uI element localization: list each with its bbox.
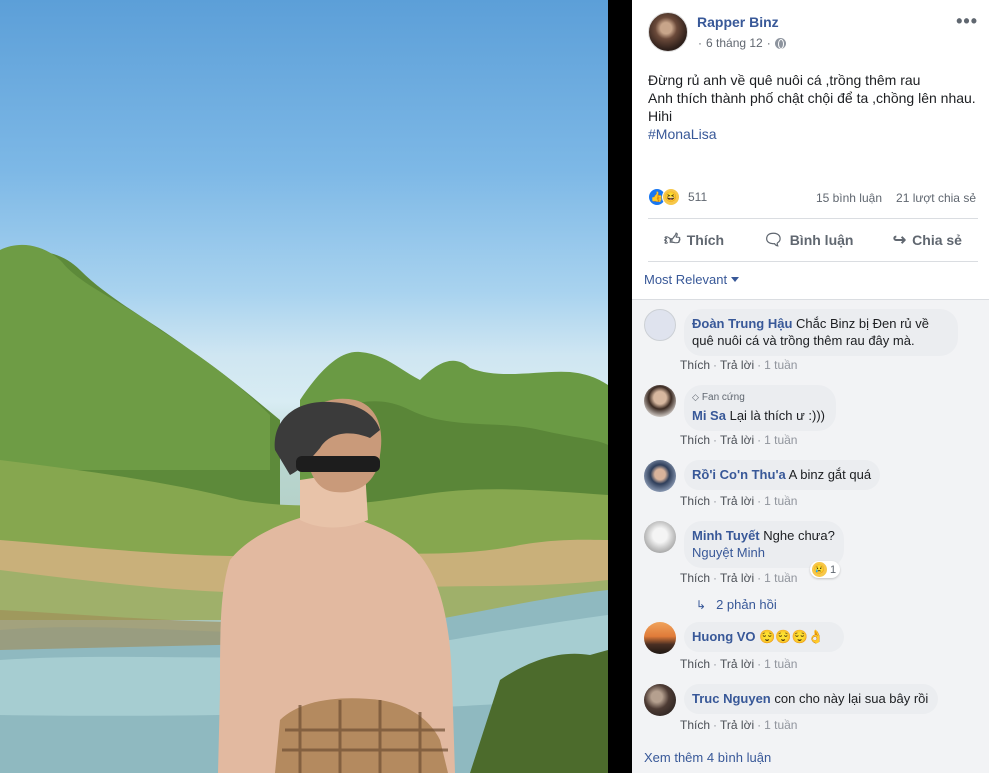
- commenter-name[interactable]: Đoàn Trung Hậu: [692, 316, 792, 331]
- comment-bubble: ◇ Fan cứng Mi Sa Lại là thích ư :))): [684, 385, 836, 431]
- comment-reaction-count: 1: [830, 563, 837, 576]
- see-more-comments-link[interactable]: Xem thêm 4 bình luận: [644, 750, 771, 765]
- comment-time[interactable]: 1 tuần: [764, 571, 797, 585]
- globe-icon[interactable]: [774, 37, 786, 49]
- comment-reply-link[interactable]: Trả lời: [720, 657, 754, 671]
- comment-button[interactable]: 🗨︎ Bình luận: [747, 224, 869, 256]
- comment-actions: Thích · Trả lời · 1 tuần: [680, 494, 798, 508]
- comment-text: Lại là thích ư :))): [729, 408, 825, 423]
- caret-down-icon: [731, 277, 740, 282]
- reaction-summary: 👍 😆 511 15 bình luận 21 lượt chia sẻ: [648, 188, 976, 208]
- commenter-name[interactable]: Truc Nguyen: [692, 691, 771, 706]
- sort-dropdown[interactable]: Most Relevant: [644, 272, 740, 287]
- comment-text: 😌😌😌👌: [759, 629, 824, 644]
- diamond-icon: ◇: [692, 392, 699, 402]
- haha-reaction-icon: 😆: [662, 188, 680, 206]
- landscape-photo-illustration: [0, 244, 608, 773]
- divider: [648, 218, 978, 219]
- post-header: Rapper Binz · 6 tháng 12 · •••: [648, 12, 978, 56]
- view-replies-link[interactable]: ↳ 2 phản hồi: [696, 597, 777, 612]
- mention-link[interactable]: Nguyệt Minh: [692, 545, 765, 560]
- comment-bubble: Rồ'i Co'n Thu'a A binz gắt quá: [684, 460, 880, 490]
- comment-actions: Thích · Trả lời · 1 tuần: [680, 358, 798, 372]
- divider: [648, 261, 978, 262]
- comment-text: Chắc Binz bị Đen rủ về: [796, 316, 929, 331]
- share-arrow-icon: ↪: [892, 232, 907, 249]
- comment-actions: Thích · Trả lời · 1 tuần: [680, 433, 798, 447]
- share-button[interactable]: ↪ Chia sẻ: [877, 224, 978, 256]
- date-separator-2: ·: [766, 36, 771, 50]
- comment-reaction-badge[interactable]: 😢 1: [810, 561, 841, 578]
- fan-badge: ◇ Fan cứng: [692, 389, 828, 406]
- comment-text: A binz gắt quá: [788, 467, 872, 482]
- fan-badge-label: Fan cứng: [701, 392, 745, 403]
- comment-bubble: Truc Nguyen con cho này lại sua bây rồi: [684, 684, 938, 714]
- sad-reaction-icon: 😢: [812, 562, 827, 577]
- comment-like-link[interactable]: Thích: [680, 433, 710, 447]
- replies-label: 2 phản hồi: [716, 597, 777, 612]
- comment-text: quê nuôi cá và trồng thêm rau đây mà.: [692, 333, 915, 348]
- commenter-avatar[interactable]: [644, 622, 676, 654]
- commenter-avatar[interactable]: [644, 385, 676, 417]
- speech-bubble-icon: 🗨︎: [763, 232, 784, 249]
- more-options-icon[interactable]: •••: [956, 12, 978, 30]
- comment-actions: Thích · Trả lời · 1 tuần: [680, 571, 798, 585]
- comment-actions: Thích · Trả lời · 1 tuần: [680, 718, 798, 732]
- comment-reply-link[interactable]: Trả lời: [720, 571, 754, 585]
- post-meta: · 6 tháng 12 ·: [698, 36, 786, 50]
- post-caption: Đừng rủ anh về quê nuôi cá ,trồng thêm r…: [648, 71, 978, 143]
- comment-time[interactable]: 1 tuần: [764, 494, 797, 508]
- photo-separator: [608, 0, 632, 773]
- author-avatar[interactable]: [648, 12, 688, 52]
- hashtag-link[interactable]: #MonaLisa: [648, 125, 978, 143]
- comment-reply-link[interactable]: Trả lời: [720, 718, 754, 732]
- share-count[interactable]: 21 lượt chia sẻ: [896, 191, 976, 205]
- commenter-name[interactable]: Huong VO: [692, 629, 756, 644]
- commenter-name[interactable]: Minh Tuyết: [692, 528, 760, 543]
- post-photo[interactable]: [0, 0, 608, 773]
- commenter-avatar[interactable]: [644, 460, 676, 492]
- comment-bubble: Đoàn Trung Hậu Chắc Binz bị Đen rủ về qu…: [684, 309, 958, 356]
- comment-time[interactable]: 1 tuần: [764, 433, 797, 447]
- sort-label: Most Relevant: [644, 272, 728, 287]
- like-button[interactable]: 👍︎ Thích: [648, 224, 740, 256]
- post-actions: 👍︎ Thích 🗨︎ Bình luận ↪ Chia sẻ: [648, 224, 978, 256]
- comment-actions: Thích · Trả lời · 1 tuần: [680, 657, 798, 671]
- comment-bubble: Huong VO 😌😌😌👌: [684, 622, 844, 652]
- comment-time[interactable]: 1 tuần: [764, 358, 797, 372]
- commenter-avatar[interactable]: [644, 309, 676, 341]
- post-date[interactable]: 6 tháng 12: [706, 36, 763, 50]
- comment-label: Bình luận: [789, 232, 854, 248]
- reaction-icons[interactable]: 👍 😆: [648, 188, 680, 206]
- commenter-name[interactable]: Rồ'i Co'n Thu'a: [692, 467, 786, 482]
- comment-reply-link[interactable]: Trả lời: [720, 433, 754, 447]
- comment-like-link[interactable]: Thích: [680, 358, 710, 372]
- commenter-avatar[interactable]: [644, 684, 676, 716]
- comment-text: con cho này lại sua bây rồi: [774, 691, 929, 706]
- author-name[interactable]: Rapper Binz: [697, 14, 779, 30]
- reply-arrow-icon: ↳: [696, 597, 707, 612]
- comment-like-link[interactable]: Thích: [680, 571, 710, 585]
- caption-line: Anh thích thành phố chật chội để ta ,chồ…: [648, 90, 976, 106]
- like-label: Thích: [686, 232, 725, 248]
- comment-like-link[interactable]: Thích: [680, 494, 710, 508]
- comment-count[interactable]: 15 bình luận: [816, 191, 882, 205]
- caption-line: Đừng rủ anh về quê nuôi cá ,trồng thêm r…: [648, 72, 921, 88]
- comment-time[interactable]: 1 tuần: [764, 657, 797, 671]
- comment-text: Nghe chưa?: [763, 528, 835, 543]
- comment-reply-link[interactable]: Trả lời: [720, 358, 754, 372]
- comment-time[interactable]: 1 tuần: [764, 718, 797, 732]
- divider: [632, 299, 989, 300]
- comment-reply-link[interactable]: Trả lời: [720, 494, 754, 508]
- reaction-count[interactable]: 511: [688, 190, 707, 204]
- share-label: Chia sẻ: [912, 232, 962, 248]
- thumbs-up-icon: 👍︎: [664, 231, 681, 249]
- commenter-name[interactable]: Mi Sa: [692, 408, 726, 423]
- caption-line: Hihi: [648, 108, 673, 124]
- date-separator: ·: [698, 36, 702, 50]
- comment-like-link[interactable]: Thích: [680, 657, 710, 671]
- comment-like-link[interactable]: Thích: [680, 718, 710, 732]
- commenter-avatar[interactable]: [644, 521, 676, 553]
- post-side-panel: Rapper Binz · 6 tháng 12 · ••• Đừng rủ a…: [632, 0, 989, 773]
